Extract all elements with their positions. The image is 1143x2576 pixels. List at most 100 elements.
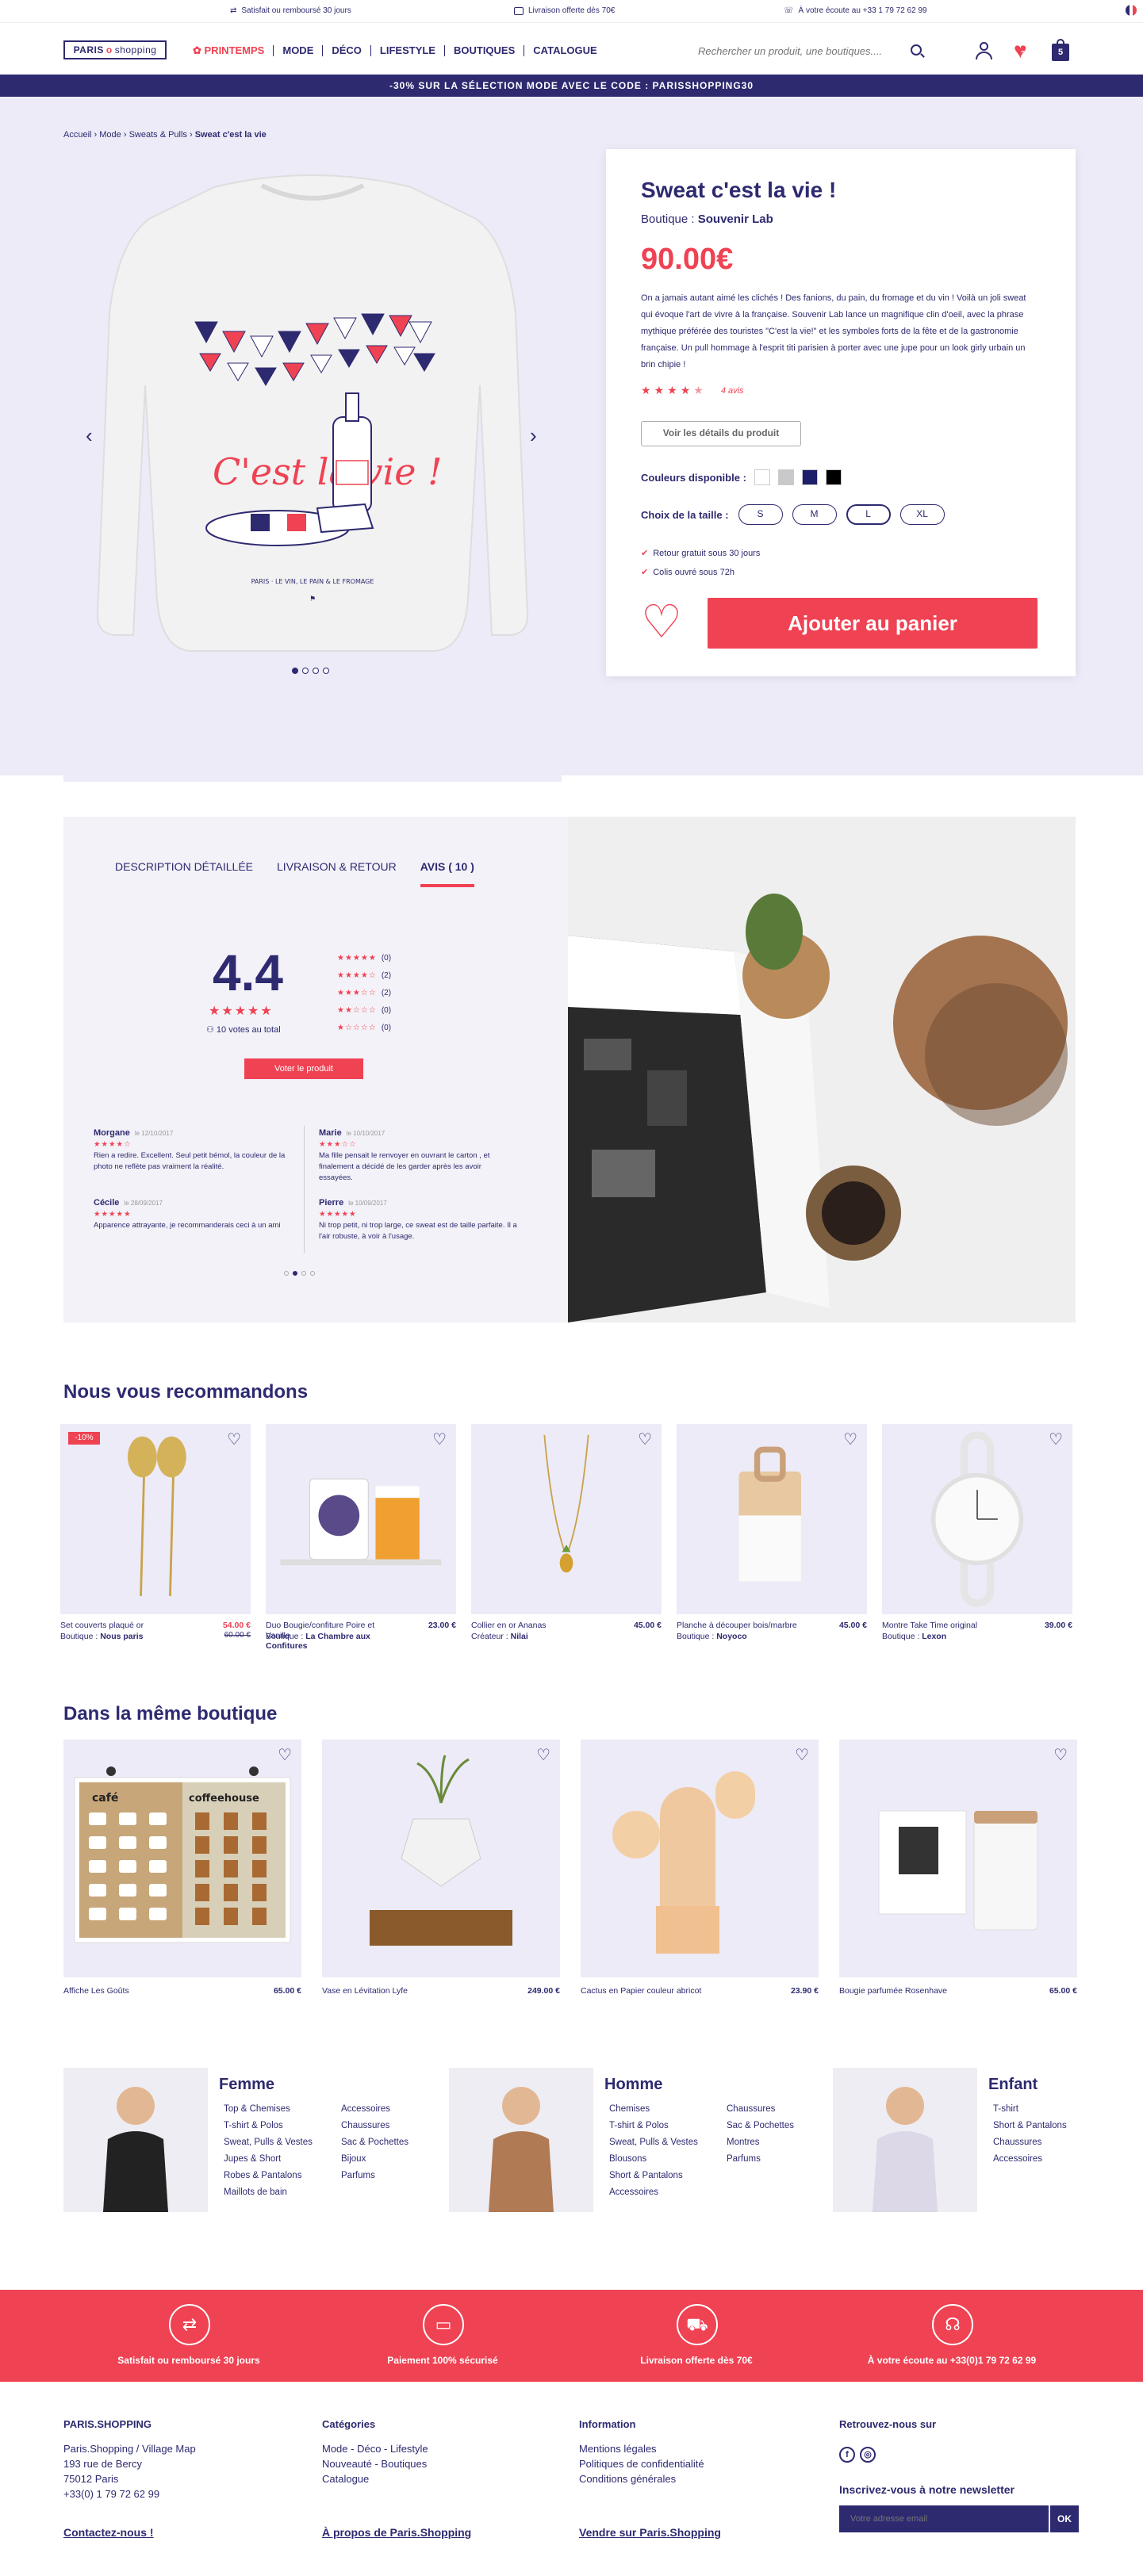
product-wishlist-heart-icon[interactable]: ♡ xyxy=(795,1747,809,1763)
gallery-prev-arrow-icon[interactable]: ‹ xyxy=(86,423,93,448)
category-image[interactable] xyxy=(833,2068,977,2212)
site-logo[interactable]: PARIS o shopping xyxy=(63,40,167,59)
category-title[interactable]: Enfant xyxy=(988,2076,1038,2094)
category-link[interactable]: Bijoux xyxy=(341,2151,408,2168)
footer-link[interactable]: Politiques de confidentialité xyxy=(579,2456,704,2471)
product-name[interactable]: Bougie parfumée Rosenhave xyxy=(839,1986,1014,1996)
wishlist-icon[interactable]: ♥ 3 xyxy=(1014,40,1036,62)
gallery-dot[interactable] xyxy=(323,668,329,674)
category-image[interactable] xyxy=(449,2068,593,2212)
cart-bag-icon[interactable]: 5 xyxy=(1052,39,1069,61)
footer-link[interactable]: Mode - Déco - Lifestyle xyxy=(322,2441,428,2456)
size-option-s[interactable]: S xyxy=(738,504,783,525)
product-shop[interactable]: Boutique : Nous paris xyxy=(60,1632,203,1641)
size-option-m[interactable]: M xyxy=(792,504,837,525)
breadcrumb-mode[interactable]: Mode xyxy=(99,130,121,140)
category-link[interactable]: Accessoires xyxy=(993,2151,1067,2168)
search-input[interactable] xyxy=(698,42,928,59)
category-link[interactable]: Accessoires xyxy=(609,2184,698,2201)
add-to-wishlist-heart-icon[interactable]: ♡ xyxy=(641,599,682,645)
product-shop-link[interactable]: Souvenir Lab xyxy=(698,212,773,226)
product-wishlist-heart-icon[interactable]: ♡ xyxy=(278,1747,292,1763)
product-shop[interactable]: Créateur : Nilai xyxy=(471,1632,614,1641)
nav-boutiques[interactable]: BOUTIQUES xyxy=(445,45,525,56)
product-name[interactable]: Planche à découper bois/marbre xyxy=(677,1621,811,1631)
category-link[interactable]: T-shirt & Polos xyxy=(224,2118,313,2134)
nav-catalogue[interactable]: CATALOGUE xyxy=(524,45,605,56)
recommend-product-card[interactable]: ♡ -10% xyxy=(60,1424,251,1614)
newsletter-submit-button[interactable]: OK xyxy=(1050,2505,1079,2532)
gallery-dot[interactable] xyxy=(302,668,309,674)
tab-delivery[interactable]: LIVRAISON & RETOUR xyxy=(277,860,397,887)
color-swatch-white[interactable] xyxy=(754,469,770,485)
category-link[interactable]: Chaussures xyxy=(727,2101,794,2118)
color-swatch-grey[interactable] xyxy=(777,469,794,485)
category-link[interactable]: Top & Chemises xyxy=(224,2101,313,2118)
product-shop[interactable]: Boutique : La Chambre aux Confitures xyxy=(266,1632,408,1651)
category-link[interactable]: Parfums xyxy=(341,2168,408,2184)
product-name[interactable]: Vase en Lévitation Lyfe xyxy=(322,1986,497,1996)
category-link[interactable]: Robes & Pantalons xyxy=(224,2168,313,2184)
product-name[interactable]: Cactus en Papier couleur abricot xyxy=(581,1986,755,1996)
add-to-cart-button[interactable]: Ajouter au panier xyxy=(708,598,1038,649)
breadcrumb-sweats[interactable]: Sweats & Pulls xyxy=(129,130,187,140)
same-shop-product-card[interactable]: ♡ xyxy=(322,1740,560,1977)
category-link[interactable]: Short & Pantalons xyxy=(609,2168,698,2184)
recommend-product-card[interactable]: ♡ xyxy=(266,1424,456,1614)
product-wishlist-heart-icon[interactable]: ♡ xyxy=(1049,1432,1063,1448)
same-shop-product-card[interactable]: café coffeehouse ♡ xyxy=(63,1740,301,1977)
footer-link[interactable]: Catalogue xyxy=(322,2471,428,2486)
same-shop-product-card[interactable]: ♡ xyxy=(581,1740,819,1977)
category-title[interactable]: Femme xyxy=(219,2076,274,2094)
category-link[interactable]: Parfums xyxy=(727,2151,794,2168)
category-link[interactable]: Blousons xyxy=(609,2151,698,2168)
category-title[interactable]: Homme xyxy=(604,2076,662,2094)
footer-contact-link[interactable]: Contactez-nous ! xyxy=(63,2526,154,2539)
gallery-next-arrow-icon[interactable]: › xyxy=(530,423,537,448)
nav-mode[interactable]: MODE xyxy=(274,45,324,56)
gallery-dot[interactable] xyxy=(292,668,298,674)
nav-lifestyle[interactable]: LIFESTYLE xyxy=(371,45,445,56)
size-option-l[interactable]: L xyxy=(846,504,891,525)
instagram-icon[interactable]: ◎ xyxy=(860,2447,876,2463)
breadcrumb-accueil[interactable]: Accueil xyxy=(63,130,91,140)
vote-product-button[interactable]: Voter le produit xyxy=(244,1058,363,1079)
search-icon[interactable] xyxy=(911,44,922,56)
category-link[interactable]: T-shirt & Polos xyxy=(609,2118,698,2134)
rating-count[interactable]: 4 avis xyxy=(721,386,744,396)
facebook-icon[interactable]: f xyxy=(839,2447,855,2463)
same-shop-product-card[interactable]: ♡ xyxy=(839,1740,1077,1977)
footer-link[interactable]: Conditions générales xyxy=(579,2471,704,2486)
category-link[interactable]: Sweat, Pulls & Vestes xyxy=(609,2134,698,2151)
promo-banner[interactable]: -30% SUR LA SÉLECTION MODE AVEC LE CODE … xyxy=(0,75,1143,97)
category-link[interactable]: T-shirt xyxy=(993,2101,1067,2118)
tab-description[interactable]: DESCRIPTION DÉTAILLÉE xyxy=(115,860,253,887)
newsletter-email-input[interactable] xyxy=(839,2505,1049,2532)
product-name[interactable]: Montre Take Time original xyxy=(882,1621,1017,1631)
gallery-dot[interactable] xyxy=(313,668,319,674)
category-link[interactable]: Sac & Pochettes xyxy=(341,2134,408,2151)
category-link[interactable]: Short & Pantalons xyxy=(993,2118,1067,2134)
recommend-product-card[interactable]: ♡ xyxy=(471,1424,662,1614)
product-shop[interactable]: Boutique : Lexon xyxy=(882,1632,1025,1641)
color-swatch-black[interactable] xyxy=(825,469,842,485)
category-image[interactable] xyxy=(63,2068,208,2212)
footer-about-link[interactable]: À propos de Paris.Shopping xyxy=(322,2526,471,2539)
product-name[interactable]: Set couverts plaqué or xyxy=(60,1621,195,1631)
product-wishlist-heart-icon[interactable]: ♡ xyxy=(843,1432,857,1448)
category-link[interactable]: Sweat, Pulls & Vestes xyxy=(224,2134,313,2151)
footer-link[interactable]: Mentions légales xyxy=(579,2441,704,2456)
product-name[interactable]: Affiche Les Goûts xyxy=(63,1986,238,1996)
nav-printemps[interactable]: ✿ PRINTEMPS xyxy=(184,45,274,56)
category-link[interactable]: Jupes & Short xyxy=(224,2151,313,2168)
product-name[interactable]: Collier en or Ananas xyxy=(471,1621,606,1631)
category-link[interactable]: Sac & Pochettes xyxy=(727,2118,794,2134)
category-link[interactable]: Chemises xyxy=(609,2101,698,2118)
footer-link[interactable]: Nouveauté - Boutiques xyxy=(322,2456,428,2471)
user-account-icon[interactable] xyxy=(976,42,992,59)
recommend-product-card[interactable]: ♡ xyxy=(882,1424,1072,1614)
category-link[interactable]: Chaussures xyxy=(993,2134,1067,2151)
tab-reviews[interactable]: AVIS ( 10 ) xyxy=(420,860,474,887)
category-link[interactable]: Montres xyxy=(727,2134,794,2151)
category-link[interactable]: Maillots de bain xyxy=(224,2184,313,2201)
